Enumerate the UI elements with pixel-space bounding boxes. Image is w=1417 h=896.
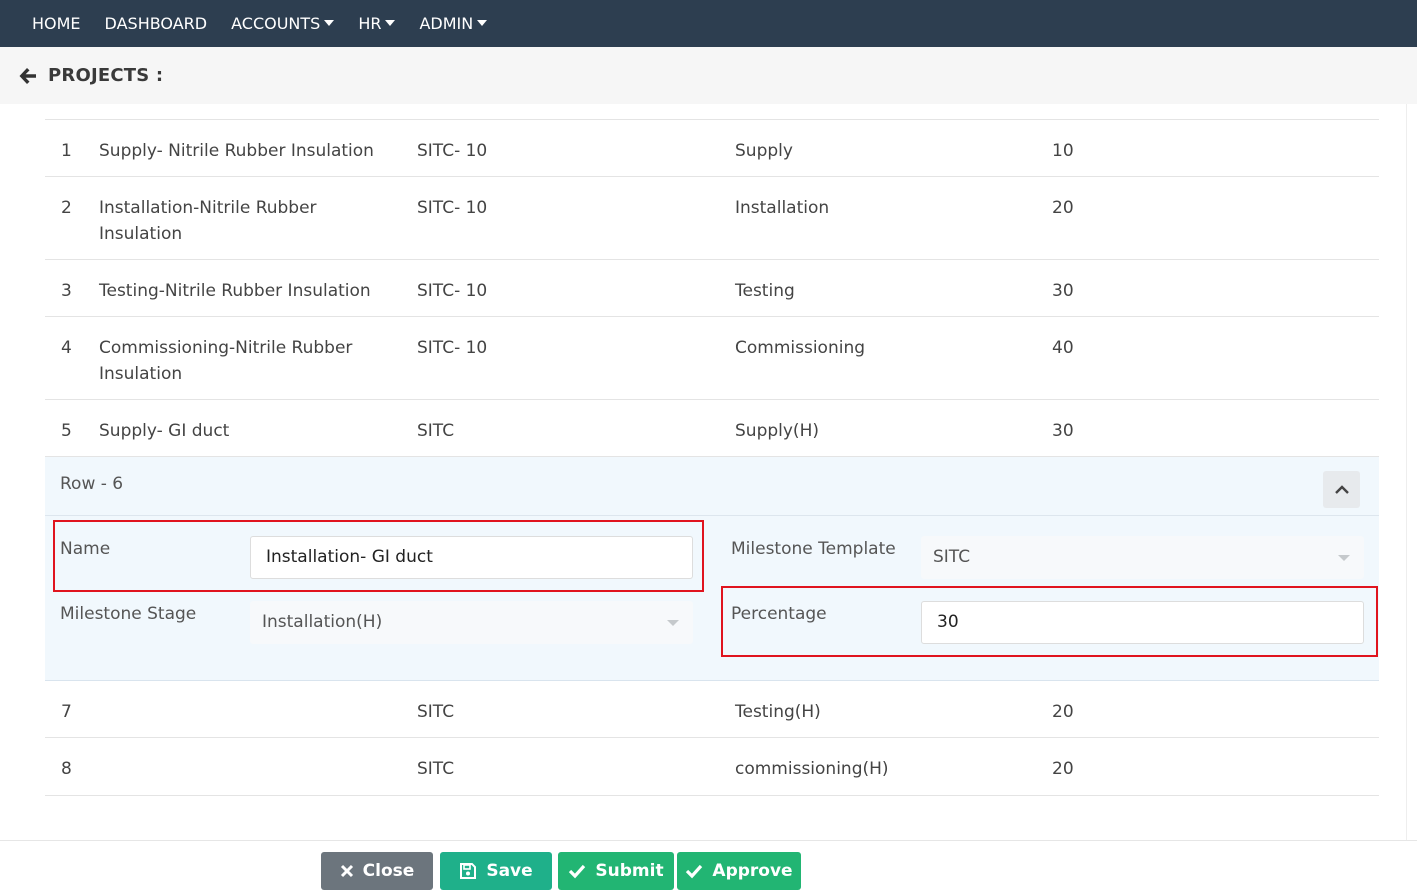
save-button[interactable]: Save bbox=[440, 852, 552, 890]
row-percentage: 20 bbox=[1052, 759, 1074, 779]
check-icon bbox=[686, 864, 703, 879]
caret-down-icon bbox=[477, 19, 488, 26]
row-name: Testing-Nitrile Rubber Insulation bbox=[99, 281, 371, 301]
page-header: PROJECTS : bbox=[0, 47, 1417, 104]
percentage-field-highlight bbox=[721, 586, 1378, 657]
nav-admin-label: ADMIN bbox=[419, 13, 474, 33]
row-template: SITC bbox=[417, 702, 455, 722]
times-icon bbox=[340, 864, 353, 878]
nav-hr[interactable]: HR bbox=[346, 0, 407, 47]
table-row[interactable]: 7 SITC Testing(H) 20 bbox=[45, 681, 1379, 738]
nav-accounts[interactable]: ACCOUNTS bbox=[219, 0, 346, 47]
row-edit-header: Row - 6 bbox=[45, 457, 1379, 516]
table-row[interactable]: 3 Testing-Nitrile Rubber Insulation SITC… bbox=[45, 260, 1379, 317]
row-stage: Supply(H) bbox=[735, 421, 819, 441]
milestone-stage-label: Milestone Stage bbox=[60, 604, 197, 624]
submit-button[interactable]: Submit bbox=[558, 852, 674, 890]
nav-admin[interactable]: ADMIN bbox=[407, 0, 499, 47]
collapse-button[interactable] bbox=[1323, 471, 1360, 508]
nav-hr-label: HR bbox=[358, 13, 382, 33]
row-stage: Commissioning bbox=[735, 338, 866, 358]
row-percentage: 30 bbox=[1052, 281, 1074, 301]
table-row[interactable]: 4 Commissioning-Nitrile Rubber Insulatio… bbox=[45, 317, 1379, 400]
milestone-stage-select[interactable]: Installation(H) bbox=[250, 601, 693, 644]
row-template: SITC- 10 bbox=[417, 198, 488, 218]
approve-button[interactable]: Approve bbox=[677, 852, 801, 890]
page-title: PROJECTS : bbox=[48, 65, 164, 86]
row-template: SITC- 10 bbox=[417, 338, 488, 358]
nav-home[interactable]: HOME bbox=[20, 0, 93, 47]
row-stage: commissioning(H) bbox=[735, 759, 889, 779]
row-name: Commissioning-Nitrile Rubber Insulation bbox=[99, 338, 353, 384]
row-number: 7 bbox=[61, 702, 72, 722]
row-number: 8 bbox=[61, 759, 72, 779]
milestone-template-label: Milestone Template bbox=[731, 539, 896, 559]
row-number: 5 bbox=[61, 421, 72, 441]
milestone-template-value: SITC bbox=[933, 547, 971, 567]
row-stage: Installation bbox=[735, 198, 830, 218]
row-template: SITC bbox=[417, 421, 455, 441]
select-caret-icon bbox=[667, 620, 679, 626]
row-percentage: 40 bbox=[1052, 338, 1074, 358]
row-percentage: 30 bbox=[1052, 421, 1074, 441]
close-button[interactable]: Close bbox=[321, 852, 433, 890]
row-template: SITC- 10 bbox=[417, 281, 488, 301]
row-number: 2 bbox=[61, 198, 72, 218]
name-field-highlight bbox=[53, 520, 704, 592]
save-button-label: Save bbox=[486, 861, 533, 881]
submit-button-label: Submit bbox=[595, 861, 664, 881]
nav-dashboard-label: DASHBOARD bbox=[104, 13, 208, 33]
chevron-up-icon bbox=[1334, 484, 1349, 494]
arrow-left-icon[interactable] bbox=[18, 66, 38, 86]
row-name: Supply- Nitrile Rubber Insulation bbox=[99, 141, 374, 161]
row-template: SITC bbox=[417, 759, 455, 779]
row-template: SITC- 10 bbox=[417, 141, 488, 161]
row-number: 3 bbox=[61, 281, 72, 301]
milestone-table-panel[interactable]: 1 Supply- Nitrile Rubber Insulation SITC… bbox=[18, 95, 1407, 840]
row-number: 4 bbox=[61, 338, 72, 358]
row-name: Supply- GI duct bbox=[99, 421, 230, 441]
milestone-template-select[interactable]: SITC bbox=[921, 536, 1364, 579]
caret-down-icon bbox=[385, 19, 396, 26]
row-percentage: 10 bbox=[1052, 141, 1074, 161]
check-icon bbox=[569, 864, 586, 879]
nav-dashboard[interactable]: DASHBOARD bbox=[93, 0, 220, 47]
action-footer: Close Save Submit Approve bbox=[0, 840, 1417, 896]
table-row[interactable]: 2 Installation-Nitrile Rubber Insulation… bbox=[45, 177, 1379, 260]
select-caret-icon bbox=[1338, 555, 1350, 561]
row-edit-title: Row - 6 bbox=[60, 474, 124, 494]
row-percentage: 20 bbox=[1052, 198, 1074, 218]
milestone-stage-value: Installation(H) bbox=[262, 612, 383, 632]
row-stage: Supply bbox=[735, 141, 793, 161]
table-row[interactable]: 1 Supply- Nitrile Rubber Insulation SITC… bbox=[45, 120, 1379, 177]
row-percentage: 20 bbox=[1052, 702, 1074, 722]
row-number: 1 bbox=[61, 141, 72, 161]
close-button-label: Close bbox=[362, 861, 415, 881]
caret-down-icon bbox=[324, 19, 335, 26]
nav-accounts-label: ACCOUNTS bbox=[231, 13, 321, 33]
nav-home-label: HOME bbox=[32, 13, 81, 33]
table-row[interactable]: 5 Supply- GI duct SITC Supply(H) 30 bbox=[45, 400, 1379, 457]
row-stage: Testing(H) bbox=[735, 702, 821, 722]
row-stage: Testing bbox=[735, 281, 795, 301]
floppy-disk-icon bbox=[460, 863, 477, 879]
approve-button-label: Approve bbox=[712, 861, 793, 881]
top-navbar: HOME DASHBOARD ACCOUNTS HR ADMIN bbox=[0, 0, 1417, 47]
row-name: Installation-Nitrile Rubber Insulation bbox=[99, 198, 317, 244]
table-row[interactable]: 8 SITC commissioning(H) 20 bbox=[45, 738, 1379, 796]
